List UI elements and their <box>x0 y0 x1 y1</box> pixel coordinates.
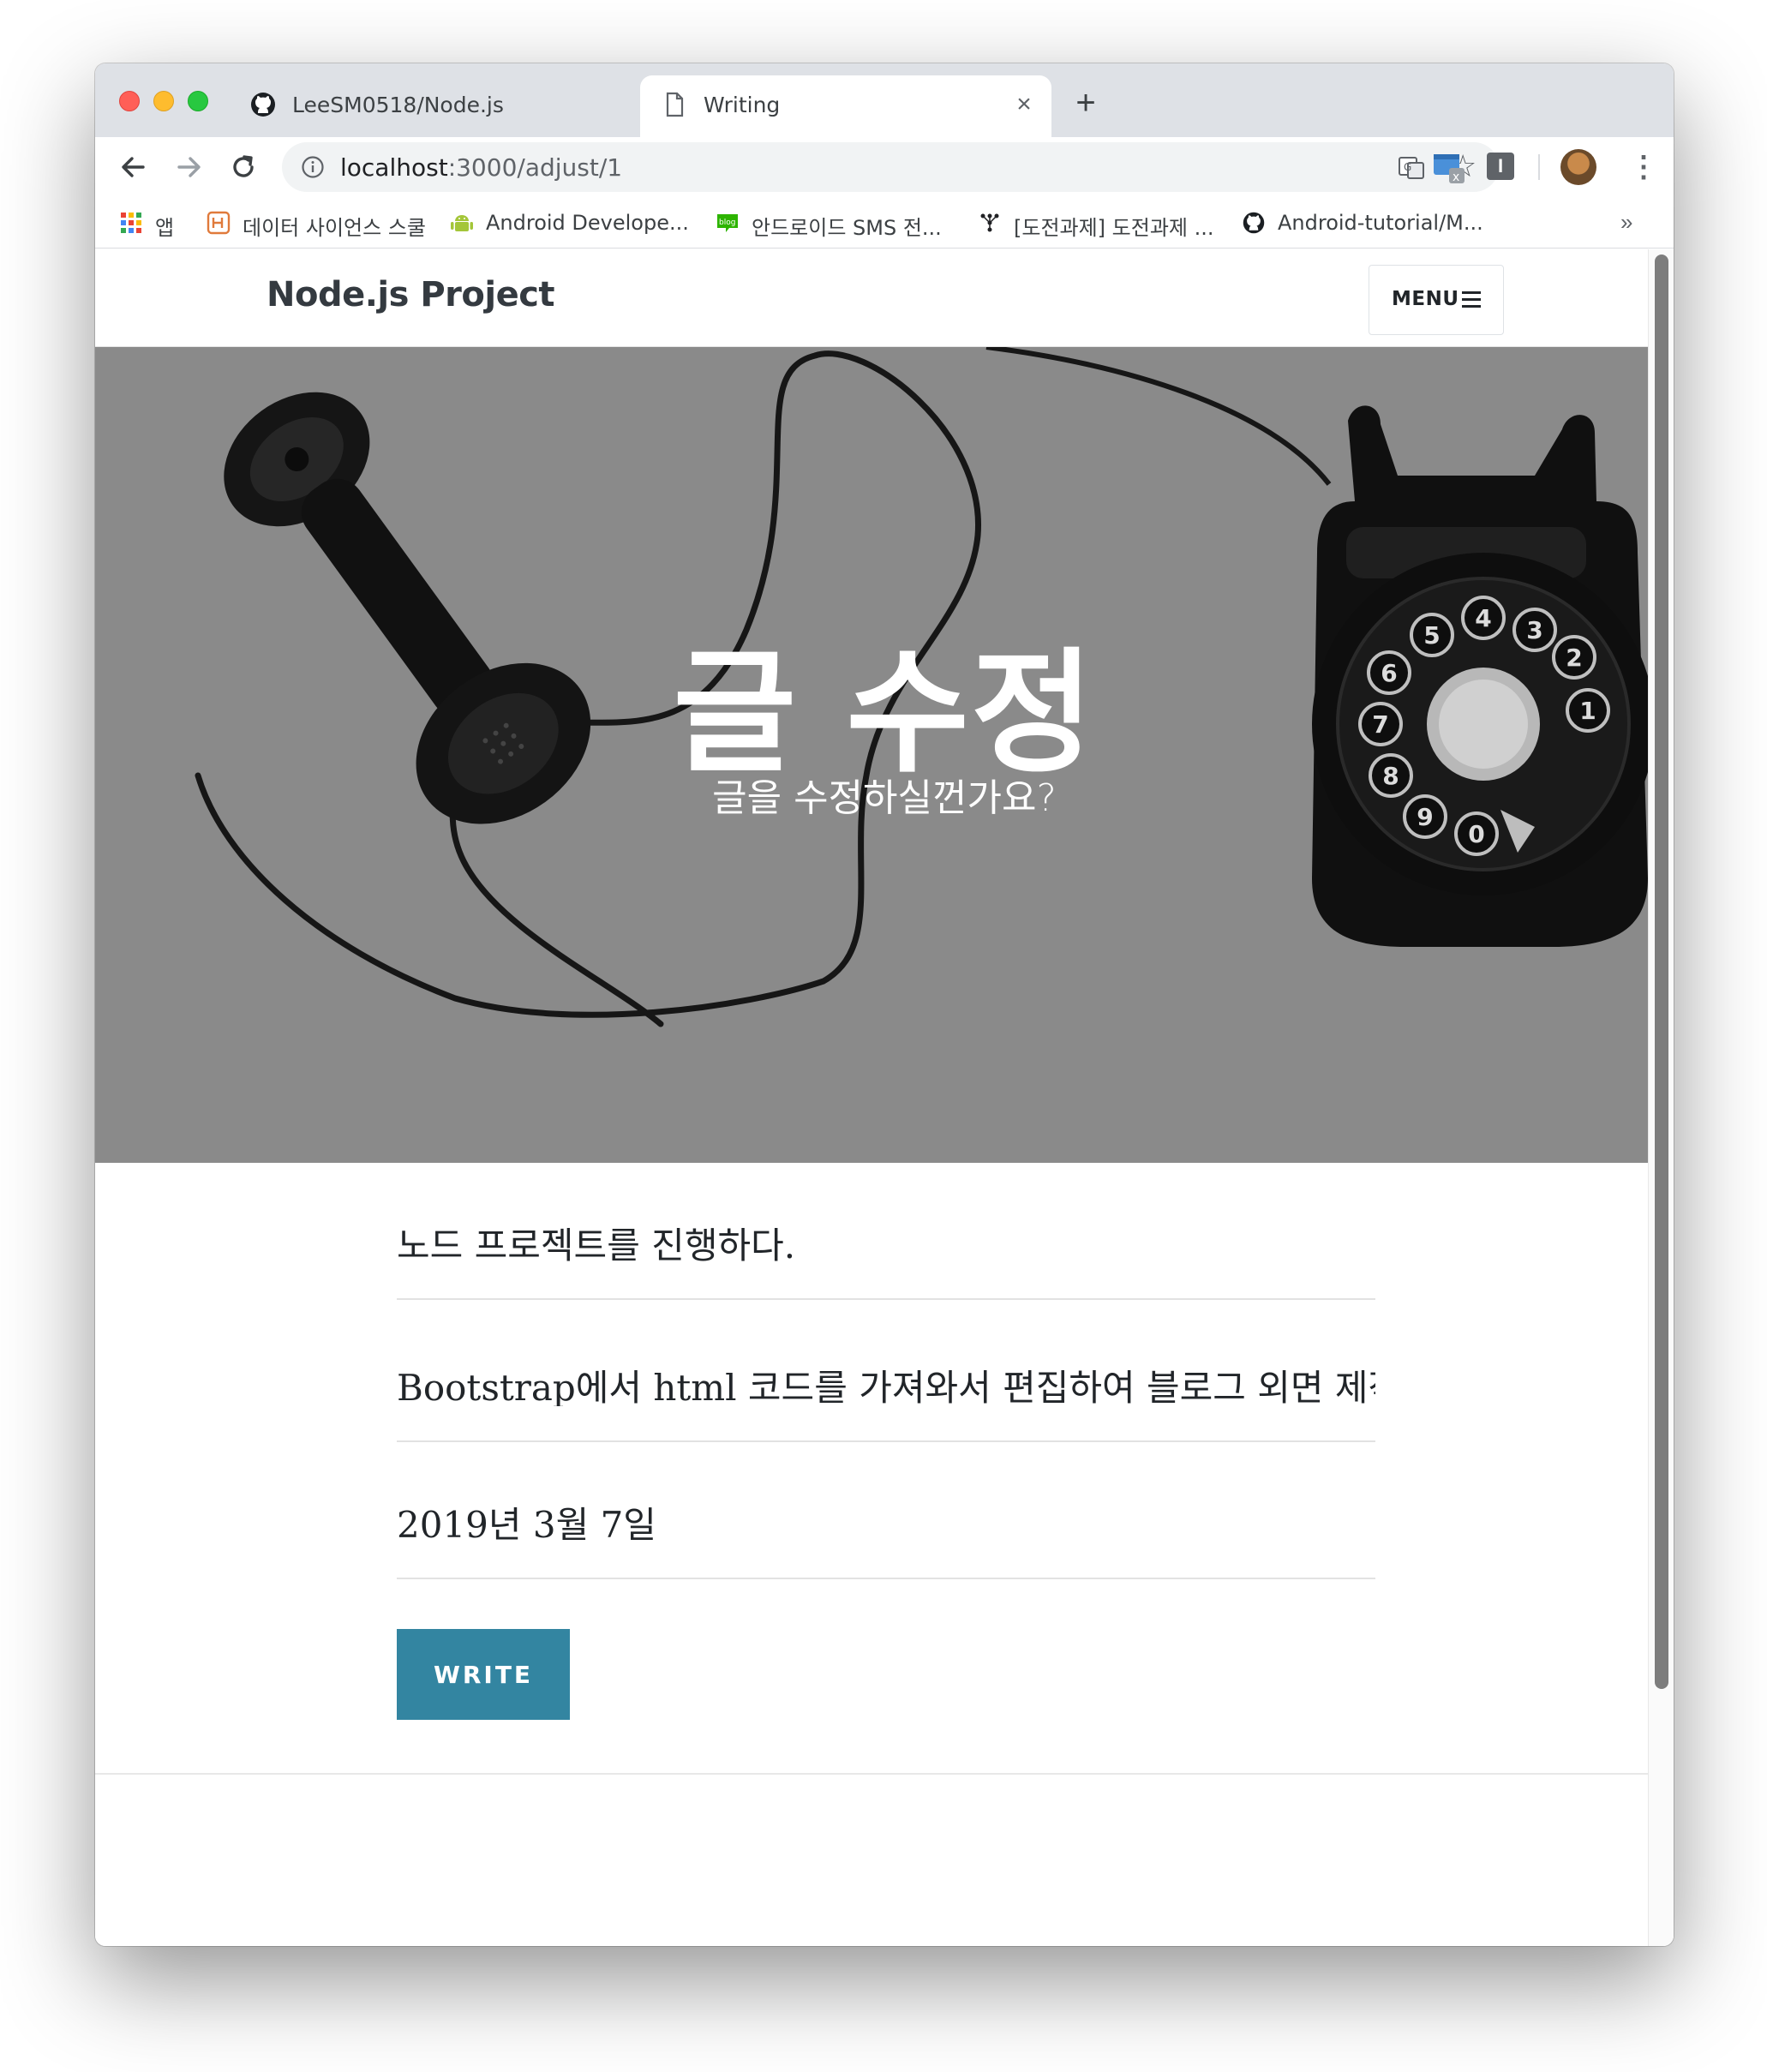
page-viewport: Node.js Project MENU 1 2 3 4 5 6 7 8 9 0… <box>95 249 1674 1946</box>
tab-title: LeeSM0518/Node.js <box>292 93 504 117</box>
datascience-icon <box>207 211 231 235</box>
extension-i-icon[interactable]: I <box>1487 153 1514 180</box>
svg-text:0: 0 <box>1468 820 1484 848</box>
minimize-window-button[interactable] <box>153 91 174 111</box>
tab-writing[interactable]: Writing × <box>640 75 1051 137</box>
profile-avatar[interactable] <box>1560 149 1596 185</box>
browser-toolbar: localhost:3000/adjust/1 G ☆ x I ⋮ <box>95 137 1674 197</box>
document-icon <box>666 92 684 117</box>
bookmarks-bar: 앱 데이터 사이언스 스쿨 Android Develope... blog 안… <box>95 197 1674 249</box>
more-bookmarks-button[interactable]: » <box>1620 209 1632 236</box>
blog-icon: blog <box>717 214 738 232</box>
scrollbar-thumb[interactable] <box>1655 255 1668 1689</box>
github-icon <box>1243 212 1265 234</box>
new-tab-button[interactable]: + <box>1069 86 1103 120</box>
chrome-menu-icon[interactable]: ⋮ <box>1629 149 1658 185</box>
address-bar[interactable]: localhost:3000/adjust/1 G ☆ <box>282 142 1499 192</box>
body-input[interactable] <box>397 1364 1375 1406</box>
tab-title: Writing <box>704 93 781 117</box>
footer-divider <box>95 1773 1648 1775</box>
browser-window: LeeSM0518/Node.js × Writing × + <box>95 63 1674 1946</box>
toolbar-divider <box>1538 154 1540 180</box>
title-input[interactable] <box>397 1222 1375 1264</box>
tab-strip: LeeSM0518/Node.js × Writing × + <box>95 63 1674 137</box>
back-icon[interactable] <box>114 147 153 187</box>
close-tab-icon[interactable]: × <box>1009 89 1039 120</box>
tree-icon <box>980 213 999 232</box>
reload-icon[interactable] <box>224 147 263 187</box>
android-icon <box>451 215 473 231</box>
translate-icon[interactable]: G <box>1398 154 1425 182</box>
hero-subtitle: 글을 수정하실껀가요? <box>712 776 1057 820</box>
write-button[interactable]: WRITE <box>397 1629 570 1720</box>
zoom-window-button[interactable] <box>188 91 208 111</box>
apps-grid-icon <box>121 213 141 233</box>
edit-form: WRITE <box>95 1163 1648 1831</box>
site-brand-link[interactable]: Node.js Project <box>267 275 555 314</box>
hero-masthead: 123 456 789 0 글 수정 글을 수정하실껀가요? <box>95 347 1648 1163</box>
title-field <box>397 1163 1375 1300</box>
menu-button[interactable]: MENU <box>1369 265 1504 335</box>
url-text: localhost:3000/adjust/1 <box>340 153 623 182</box>
page-scrollbar[interactable] <box>1648 249 1674 1946</box>
site-navbar: Node.js Project MENU <box>95 249 1648 347</box>
hamburger-icon <box>1462 291 1481 308</box>
date-input[interactable] <box>397 1501 1375 1543</box>
svg-text:x: x <box>1453 171 1459 184</box>
info-icon[interactable] <box>301 155 325 179</box>
forward-icon[interactable] <box>169 147 208 187</box>
github-icon <box>251 93 275 117</box>
extension-icon[interactable]: x <box>1432 151 1466 185</box>
body-field <box>397 1305 1375 1442</box>
svg-text:G: G <box>1404 161 1411 173</box>
close-window-button[interactable] <box>119 91 140 111</box>
svg-text:blog: blog <box>719 219 735 227</box>
date-field <box>397 1442 1375 1579</box>
